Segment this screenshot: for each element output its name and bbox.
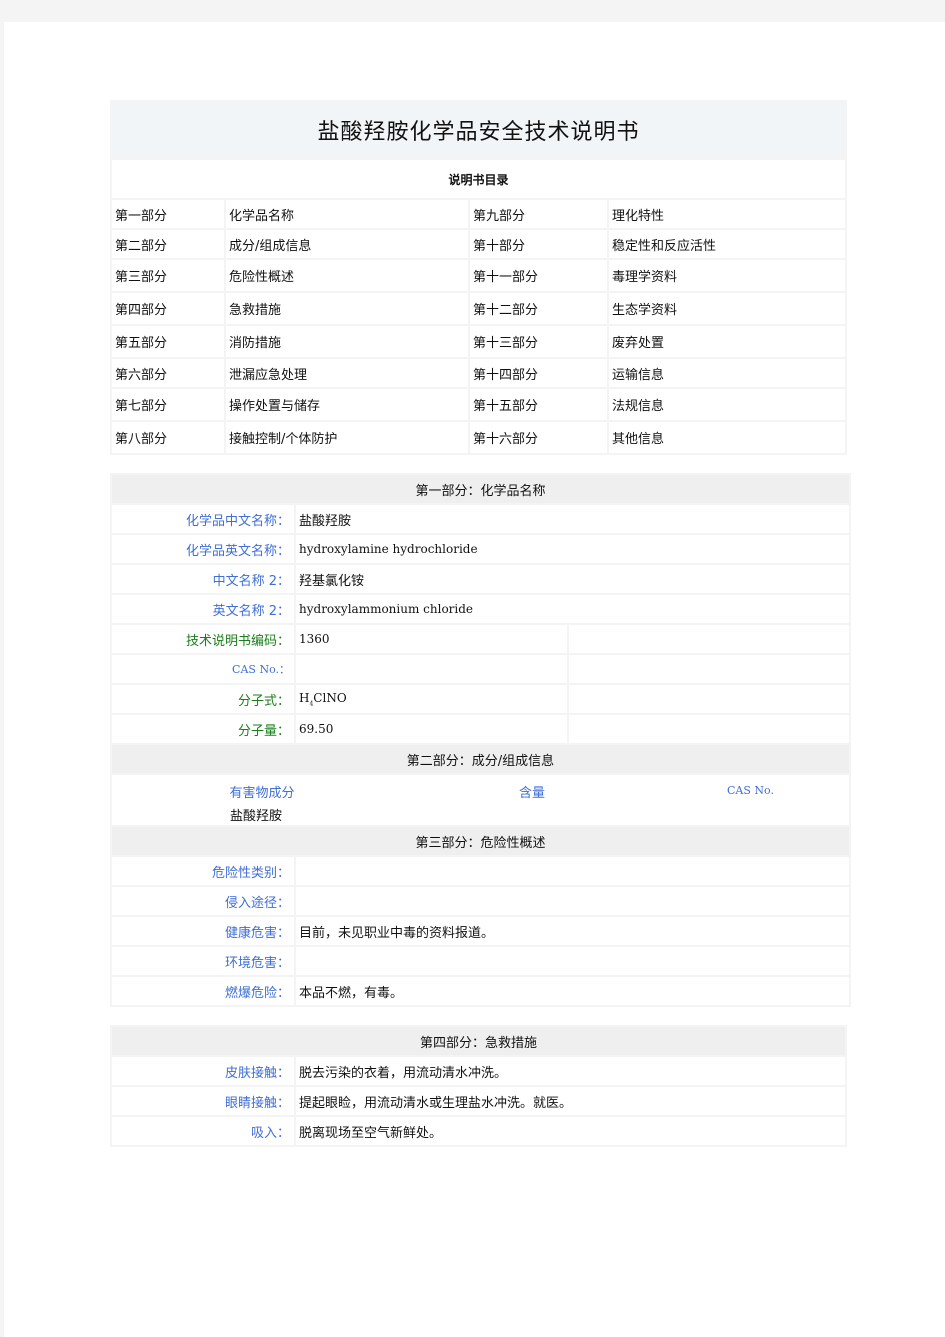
en-name2-label: 英文名称 2： bbox=[112, 595, 294, 623]
entry-route-label: 侵入途径： bbox=[112, 887, 294, 915]
cn-name2-label: 中文名称 2： bbox=[112, 565, 294, 593]
section-4-table: 第四部分：急救措施 皮肤接触： 脱去污染的衣着，用流动清水冲洗。 眼睛接触： 提… bbox=[110, 1025, 847, 1147]
toc-link[interactable]: 泄漏应急处理 bbox=[226, 359, 468, 387]
msds-document: 盐酸羟胺化学品安全技术说明书 说明书目录 第一部分 化学品名称 第九部分 理化特… bbox=[110, 100, 851, 1147]
toc-link[interactable]: 消防措施 bbox=[226, 326, 468, 357]
hazard-class-label: 危险性类别： bbox=[112, 857, 294, 885]
toc-link[interactable]: 稳定性和反应活性 bbox=[609, 230, 845, 258]
toc-link[interactable]: 接触控制/个体防护 bbox=[226, 422, 468, 453]
cn-name-value: 盐酸羟胺 bbox=[296, 505, 849, 533]
entry-route-value bbox=[296, 887, 849, 915]
toc-part: 第五部分 bbox=[112, 326, 224, 357]
empty-cell bbox=[569, 655, 849, 683]
cn-name-label: 化学品中文名称： bbox=[112, 505, 294, 533]
toc-link[interactable]: 运输信息 bbox=[609, 359, 845, 387]
col-cas: CAS No. bbox=[727, 784, 774, 797]
formula-h: H bbox=[299, 690, 310, 705]
content-value bbox=[412, 801, 652, 824]
cn-name2-value: 羟基氯化铵 bbox=[296, 565, 849, 593]
col-content: 含量 bbox=[518, 786, 545, 801]
eye-contact-label: 眼睛接触： bbox=[112, 1087, 294, 1115]
toc-row: 第一部分 化学品名称 第九部分 理化特性 bbox=[112, 200, 845, 228]
toc-row: 第六部分 泄漏应急处理 第十四部分 运输信息 bbox=[112, 359, 845, 387]
col-ingredient: 有害物成分 bbox=[229, 786, 295, 801]
toc-link[interactable]: 生态学资料 bbox=[609, 293, 845, 324]
mw-label: 分子量： bbox=[112, 715, 294, 743]
sections-1-3-table: 第一部分：化学品名称 化学品中文名称： 盐酸羟胺 化学品英文名称： hydrox… bbox=[110, 473, 851, 1007]
empty-cell bbox=[569, 625, 849, 653]
toc-part: 第三部分 bbox=[112, 260, 224, 291]
toc-link[interactable]: 废弃处置 bbox=[609, 326, 845, 357]
hazard-class-value bbox=[296, 857, 849, 885]
toc-link[interactable]: 其他信息 bbox=[609, 422, 845, 453]
toc-part: 第十五部分 bbox=[470, 389, 607, 420]
toc-row: 第五部分 消防措施 第十三部分 废弃处置 bbox=[112, 326, 845, 357]
toc-link[interactable]: 操作处置与储存 bbox=[226, 389, 468, 420]
skin-contact-value: 脱去污染的衣着，用流动清水冲洗。 bbox=[296, 1057, 845, 1085]
toc-part: 第六部分 bbox=[112, 359, 224, 387]
toc-part: 第十一部分 bbox=[470, 260, 607, 291]
health-hazard-value: 目前，未见职业中毒的资料报道。 bbox=[296, 917, 849, 945]
toc-row: 第四部分 急救措施 第十二部分 生态学资料 bbox=[112, 293, 845, 324]
toc-table: 盐酸羟胺化学品安全技术说明书 说明书目录 第一部分 化学品名称 第九部分 理化特… bbox=[110, 100, 847, 455]
toc-link[interactable]: 危险性概述 bbox=[226, 260, 468, 291]
section-3-heading: 第三部分：危险性概述 bbox=[112, 827, 849, 855]
toc-row: 第八部分 接触控制/个体防护 第十六部分 其他信息 bbox=[112, 422, 845, 453]
env-hazard-label: 环境危害： bbox=[112, 947, 294, 975]
toc-part: 第九部分 bbox=[470, 200, 607, 228]
formula-rest: ClNO bbox=[313, 690, 347, 705]
toc-link[interactable]: 理化特性 bbox=[609, 200, 845, 228]
ingredient-cas-value bbox=[652, 801, 849, 824]
env-hazard-value bbox=[296, 947, 849, 975]
inhalation-label: 吸入： bbox=[112, 1117, 294, 1145]
fire-hazard-value: 本品不燃，有毒。 bbox=[296, 977, 849, 1005]
skin-contact-label: 皮肤接触： bbox=[112, 1057, 294, 1085]
section-2-heading: 第二部分：成分/组成信息 bbox=[112, 745, 849, 773]
code-label: 技术说明书编码： bbox=[112, 625, 294, 653]
en-name-value: hydroxylamine hydrochloride bbox=[296, 535, 849, 563]
empty-cell bbox=[569, 685, 849, 713]
toc-part: 第四部分 bbox=[112, 293, 224, 324]
cas-label: CAS No.： bbox=[112, 655, 294, 683]
toc-link[interactable]: 化学品名称 bbox=[226, 200, 468, 228]
cas-value bbox=[296, 655, 567, 683]
empty-cell bbox=[569, 715, 849, 743]
toc-part: 第十二部分 bbox=[470, 293, 607, 324]
document-title: 盐酸羟胺化学品安全技术说明书 bbox=[112, 102, 845, 158]
inhalation-value: 脱离现场至空气新鲜处。 bbox=[296, 1117, 845, 1145]
mw-value: 69.50 bbox=[296, 715, 567, 743]
toc-part: 第十四部分 bbox=[470, 359, 607, 387]
composition-block: 有害物成分 含量 CAS No. 盐酸羟胺 bbox=[112, 775, 849, 825]
ingredient-value: 盐酸羟胺 bbox=[230, 809, 283, 824]
fire-hazard-label: 燃爆危险： bbox=[112, 977, 294, 1005]
formula-label: 分子式： bbox=[112, 685, 294, 713]
eye-contact-value: 提起眼睑，用流动清水或生理盐水冲洗。就医。 bbox=[296, 1087, 845, 1115]
en-name-label: 化学品英文名称： bbox=[112, 535, 294, 563]
section-4-heading: 第四部分：急救措施 bbox=[112, 1027, 845, 1055]
toc-heading: 说明书目录 bbox=[112, 160, 845, 198]
toc-row: 第三部分 危险性概述 第十一部分 毒理学资料 bbox=[112, 260, 845, 291]
code-value: 1360 bbox=[296, 625, 567, 653]
toc-link[interactable]: 毒理学资料 bbox=[609, 260, 845, 291]
toc-link[interactable]: 法规信息 bbox=[609, 389, 845, 420]
toc-row: 第二部分 成分/组成信息 第十部分 稳定性和反应活性 bbox=[112, 230, 845, 258]
en-name2-value: hydroxylammonium chloride bbox=[296, 595, 849, 623]
toc-link[interactable]: 成分/组成信息 bbox=[226, 230, 468, 258]
toc-part: 第八部分 bbox=[112, 422, 224, 453]
toc-part: 第七部分 bbox=[112, 389, 224, 420]
toc-part: 第十六部分 bbox=[470, 422, 607, 453]
toc-row: 第七部分 操作处置与储存 第十五部分 法规信息 bbox=[112, 389, 845, 420]
section-1-heading: 第一部分：化学品名称 bbox=[112, 475, 849, 503]
toc-part: 第十三部分 bbox=[470, 326, 607, 357]
health-hazard-label: 健康危害： bbox=[112, 917, 294, 945]
toc-part: 第二部分 bbox=[112, 230, 224, 258]
toc-link[interactable]: 急救措施 bbox=[226, 293, 468, 324]
toc-part: 第一部分 bbox=[112, 200, 224, 228]
toc-part: 第十部分 bbox=[470, 230, 607, 258]
formula-value: H4ClNO bbox=[296, 685, 567, 713]
